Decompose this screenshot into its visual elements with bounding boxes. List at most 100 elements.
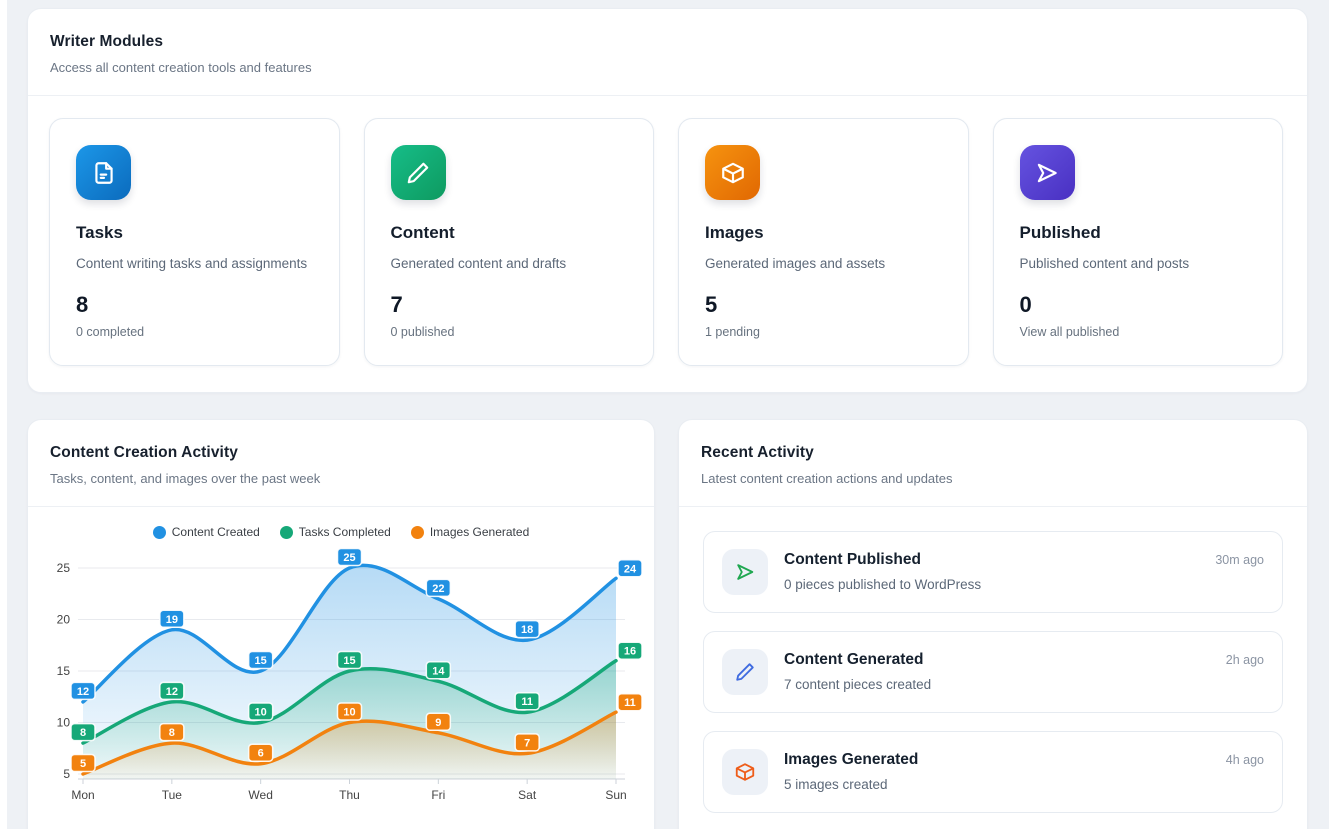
chart-legend: Content Created Tasks Completed Images G… — [28, 525, 654, 539]
recent-activity-title: Recent Activity — [701, 444, 1283, 462]
module-count: 5 — [705, 292, 942, 318]
svg-text:15: 15 — [57, 664, 71, 678]
svg-text:8: 8 — [80, 727, 86, 739]
module-sublabel: View all published — [1020, 325, 1257, 339]
module-count: 7 — [391, 292, 628, 318]
svg-text:11: 11 — [521, 696, 533, 708]
activity-timestamp: 30m ago — [1215, 549, 1264, 567]
module-description: Content writing tasks and assignments — [76, 256, 313, 271]
module-count: 0 — [1020, 292, 1257, 318]
divider — [28, 506, 654, 507]
legend-label: Images Generated — [430, 525, 529, 539]
module-description: Generated images and assets — [705, 256, 942, 271]
svg-text:Thu: Thu — [339, 788, 360, 802]
activity-body: Content Generated 7 content pieces creat… — [784, 649, 1210, 692]
svg-text:Fri: Fri — [431, 788, 445, 802]
svg-text:5: 5 — [80, 758, 86, 770]
legend-item-tasks-completed[interactable]: Tasks Completed — [280, 525, 391, 539]
svg-text:6: 6 — [258, 748, 264, 760]
tasks-icon-tile — [76, 145, 131, 200]
recent-activity-header: Recent Activity Latest content creation … — [679, 420, 1307, 506]
module-sublabel: 0 published — [391, 325, 628, 339]
activity-description: 0 pieces published to WordPress — [784, 577, 1199, 592]
svg-text:22: 22 — [432, 583, 444, 595]
svg-text:20: 20 — [57, 613, 71, 627]
main-content: Writer Modules Access all content creati… — [27, 8, 1308, 829]
images-icon-tile — [705, 145, 760, 200]
activity-body: Content Published 0 pieces published to … — [784, 549, 1199, 592]
svg-text:25: 25 — [343, 552, 355, 564]
left-edge-strip — [0, 0, 7, 829]
legend-item-images-generated[interactable]: Images Generated — [411, 525, 529, 539]
module-title: Tasks — [76, 223, 313, 243]
activity-timestamp: 4h ago — [1226, 749, 1264, 767]
activity-item-images-generated[interactable]: Images Generated 5 images created 4h ago — [703, 731, 1283, 813]
legend-dot — [411, 526, 424, 539]
module-card-tasks[interactable]: Tasks Content writing tasks and assignme… — [49, 118, 340, 366]
cube-icon — [720, 160, 746, 186]
pencil-icon — [405, 160, 431, 186]
legend-item-content-created[interactable]: Content Created — [153, 525, 260, 539]
module-sublabel: 1 pending — [705, 325, 942, 339]
activity-icon-tile — [722, 549, 768, 595]
activity-list: Content Published 0 pieces published to … — [679, 507, 1307, 829]
activity-item-content-published[interactable]: Content Published 0 pieces published to … — [703, 531, 1283, 613]
svg-text:12: 12 — [166, 686, 178, 698]
send-icon — [734, 561, 756, 583]
section-title: Writer Modules — [50, 33, 1283, 51]
activity-body: Images Generated 5 images created — [784, 749, 1210, 792]
svg-text:15: 15 — [255, 655, 267, 667]
activity-line-chart: 5 10 15 20 25 Mon Tue Wed Thu Fri Sat Sun 12 19 15 25 22… — [28, 545, 654, 829]
activity-title: Images Generated — [784, 751, 1210, 769]
svg-text:Sat: Sat — [518, 788, 537, 802]
activity-timestamp: 2h ago — [1226, 649, 1264, 667]
modules-grid: Tasks Content writing tasks and assignme… — [28, 96, 1307, 392]
svg-text:10: 10 — [57, 716, 71, 730]
svg-text:8: 8 — [169, 727, 175, 739]
svg-text:25: 25 — [57, 561, 71, 575]
writer-modules-section: Writer Modules Access all content creati… — [27, 8, 1308, 393]
cube-icon — [734, 761, 756, 783]
module-title: Published — [1020, 223, 1257, 243]
activity-icon-tile — [722, 649, 768, 695]
module-description: Generated content and drafts — [391, 256, 628, 271]
svg-text:Tue: Tue — [162, 788, 183, 802]
svg-text:10: 10 — [255, 707, 267, 719]
svg-text:16: 16 — [624, 646, 636, 658]
svg-text:12: 12 — [77, 686, 89, 698]
chart-subtitle: Tasks, content, and images over the past… — [50, 471, 630, 486]
legend-label: Tasks Completed — [299, 525, 391, 539]
svg-text:7: 7 — [524, 737, 530, 749]
svg-text:Wed: Wed — [248, 788, 272, 802]
recent-activity-panel: Recent Activity Latest content creation … — [678, 419, 1308, 829]
activity-item-content-generated[interactable]: Content Generated 7 content pieces creat… — [703, 631, 1283, 713]
svg-text:19: 19 — [166, 614, 178, 626]
content-icon-tile — [391, 145, 446, 200]
activity-description: 7 content pieces created — [784, 677, 1210, 692]
section-subtitle: Access all content creation tools and fe… — [50, 60, 1283, 75]
module-title: Content — [391, 223, 628, 243]
module-card-published[interactable]: Published Published content and posts 0 … — [993, 118, 1284, 366]
module-sublabel: 0 completed — [76, 325, 313, 339]
module-title: Images — [705, 223, 942, 243]
module-card-images[interactable]: Images Generated images and assets 5 1 p… — [678, 118, 969, 366]
recent-activity-subtitle: Latest content creation actions and upda… — [701, 471, 1283, 486]
writer-modules-header: Writer Modules Access all content creati… — [28, 9, 1307, 95]
svg-text:18: 18 — [521, 624, 533, 636]
activity-description: 5 images created — [784, 777, 1210, 792]
send-icon — [1034, 160, 1060, 186]
module-card-content[interactable]: Content Generated content and drafts 7 0… — [364, 118, 655, 366]
svg-text:9: 9 — [435, 717, 441, 729]
svg-text:14: 14 — [432, 665, 445, 677]
svg-text:10: 10 — [343, 707, 355, 719]
file-icon — [91, 160, 117, 186]
svg-text:Sun: Sun — [605, 788, 626, 802]
activity-title: Content Published — [784, 551, 1199, 569]
module-count: 8 — [76, 292, 313, 318]
svg-text:Mon: Mon — [71, 788, 94, 802]
svg-text:15: 15 — [343, 655, 355, 667]
content-creation-activity-panel: Content Creation Activity Tasks, content… — [27, 419, 655, 829]
svg-text:11: 11 — [624, 697, 636, 709]
svg-text:24: 24 — [624, 563, 637, 575]
module-description: Published content and posts — [1020, 256, 1257, 271]
